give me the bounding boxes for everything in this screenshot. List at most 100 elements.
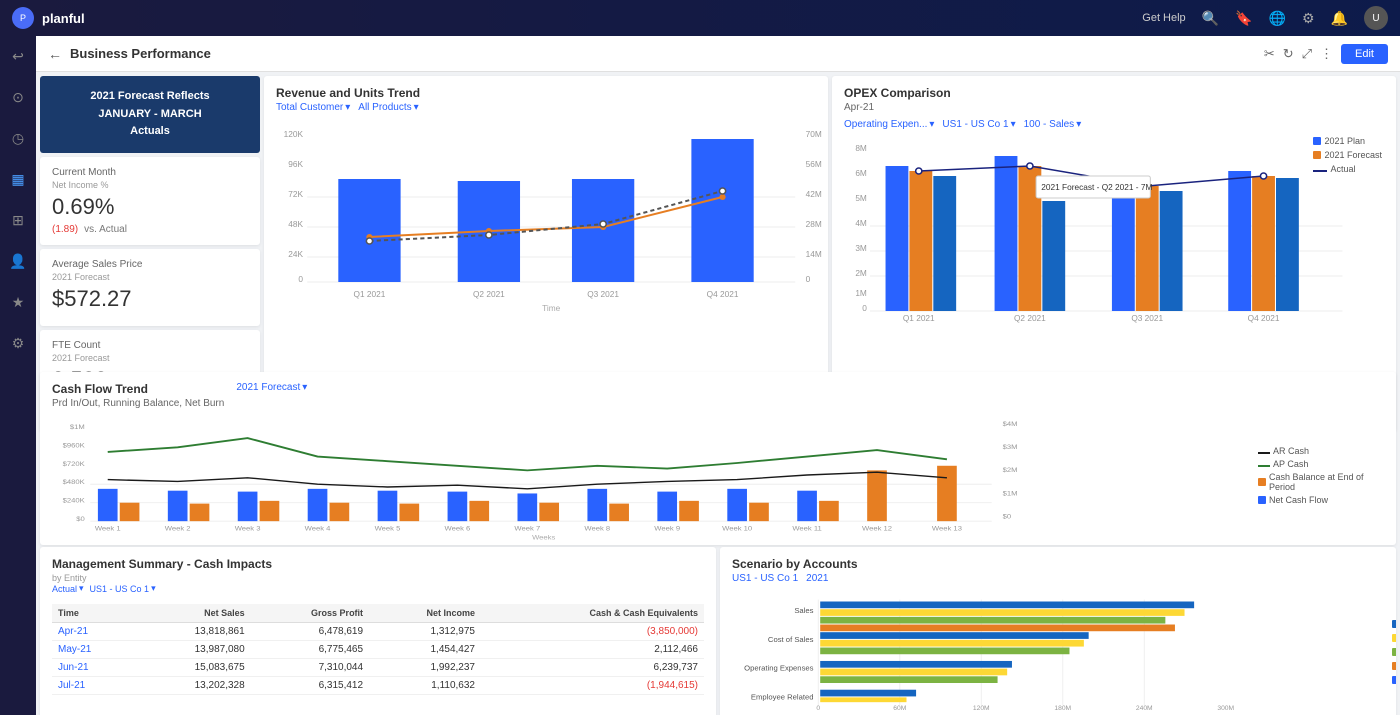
page-title: Business Performance — [70, 46, 1256, 61]
svg-text:$2M: $2M — [1003, 467, 1018, 474]
svg-text:Time: Time — [542, 304, 561, 313]
opex-chart-title: OPEX Comparison — [844, 86, 1384, 100]
opex-legend-plan: 2021 Plan — [1313, 136, 1382, 146]
current-month-label: Current Month — [52, 167, 248, 178]
opex-legend: 2021 Plan 2021 Forecast Actual — [1313, 136, 1382, 174]
svg-text:72K: 72K — [288, 190, 303, 199]
col-cash: Cash & Cash Equivalents — [481, 604, 704, 623]
ap-bar-w6 — [469, 501, 489, 521]
expand-icon[interactable]: ⤢ — [1302, 46, 1312, 62]
management-summary-panel: Management Summary - Cash Impacts by Ent… — [40, 547, 716, 715]
sales-forecast-dot1 — [366, 238, 372, 244]
ap-bar-w1 — [120, 503, 140, 521]
cell-netincome: 1,110,632 — [369, 677, 481, 695]
customer-filter[interactable]: Total Customer ▾ — [276, 102, 350, 113]
svg-text:Week 1: Week 1 — [95, 525, 121, 532]
cell-time: Jun-21 — [52, 659, 136, 677]
more-icon[interactable]: ⋮ — [1320, 46, 1333, 62]
forecast-banner: 2021 Forecast Reflects JANUARY - MARCH A… — [40, 76, 260, 153]
net-income-change: (1.89) — [52, 224, 78, 235]
emp-bar-actual — [820, 690, 916, 697]
svg-text:56M: 56M — [806, 160, 822, 169]
refresh-icon[interactable]: ↻ — [1283, 46, 1294, 62]
sidebar-home-icon[interactable]: ⊙ — [8, 85, 28, 110]
page-header: ← Business Performance ✂ ↻ ⤢ ⋮ Edit — [36, 36, 1400, 72]
svg-text:28M: 28M — [806, 220, 822, 229]
sidebar-chart-icon[interactable]: ▦ — [7, 167, 28, 192]
avatar[interactable]: U — [1364, 6, 1388, 30]
scenario-entity-filter[interactable]: US1 - US Co 1 — [732, 573, 798, 584]
banner-line1: 2021 Forecast Reflects — [52, 88, 248, 106]
revenue-chart-title: Revenue and Units Trend — [276, 86, 816, 100]
opex-filter[interactable]: Operating Expen... ▾ — [844, 119, 934, 130]
cashflow-filter[interactable]: 2021 Forecast ▾ — [236, 382, 307, 393]
sales-actual-dot4 — [719, 194, 725, 200]
svg-text:4M: 4M — [855, 219, 867, 228]
opex-chart-area: 8M 6M 5M 4M 3M 2M 1M 0 — [844, 136, 1384, 421]
svg-text:5M: 5M — [855, 194, 867, 203]
sidebar-grid-icon[interactable]: ⊞ — [8, 208, 28, 233]
sidebar-gear-icon[interactable]: ⚙ — [8, 331, 29, 356]
dashboard: 2021 Forecast Reflects JANUARY - MARCH A… — [36, 72, 1400, 715]
opex-bar-q4-forecast — [1252, 176, 1275, 311]
svg-text:$720K: $720K — [63, 460, 85, 467]
cell-time: Jul-21 — [52, 677, 136, 695]
ap-bar-w9 — [679, 501, 699, 521]
settings-icon[interactable]: ⚙ — [1302, 10, 1315, 27]
opex-legend-forecast: 2021 Forecast — [1313, 150, 1382, 160]
opex-chart-card: OPEX Comparison Apr-21 Operating Expen..… — [832, 76, 1396, 431]
svg-text:Operating Expenses: Operating Expenses — [744, 664, 814, 673]
get-help-link[interactable]: Get Help — [1142, 12, 1185, 24]
svg-text:Week 9: Week 9 — [654, 525, 680, 532]
mgmt-title: Management Summary - Cash Impacts — [52, 557, 704, 571]
cashflow-title-area: Cash Flow Trend Prd In/Out, Running Bala… — [52, 382, 224, 415]
sidebar-clock-icon[interactable]: ◷ — [8, 126, 28, 151]
dept-filter[interactable]: 100 - Sales ▾ — [1024, 119, 1082, 130]
cell-time: May-21 — [52, 641, 136, 659]
net-income-value: 0.69% — [52, 194, 248, 220]
svg-text:Cost of Sales: Cost of Sales — [768, 635, 814, 644]
scenario-year-filter[interactable]: 2021 — [806, 573, 828, 584]
opex-bar-q1-actual — [933, 176, 956, 311]
sidebar-back-icon[interactable]: ↩ — [8, 44, 28, 69]
svg-text:180M: 180M — [1054, 705, 1071, 712]
revenue-bar-q4 — [691, 139, 753, 282]
edit-button[interactable]: Edit — [1341, 44, 1388, 64]
svg-text:Week 4: Week 4 — [305, 525, 331, 532]
svg-text:14M: 14M — [806, 250, 822, 259]
sidebar-icons: ↩ ⊙ ◷ ▦ ⊞ 👤 ★ ⚙ — [0, 36, 36, 715]
opex-legend-actual: Actual — [1313, 164, 1382, 174]
svg-text:Week 5: Week 5 — [375, 525, 401, 532]
svg-text:Week 7: Week 7 — [514, 525, 540, 532]
bookmark-icon[interactable]: 🔖 — [1235, 10, 1252, 27]
scissors-icon[interactable]: ✂ — [1264, 46, 1275, 62]
ar-bar-w11 — [797, 491, 817, 521]
mgmt-type-filter[interactable]: Actual ▾ — [52, 583, 84, 594]
bell-icon[interactable]: 🔔 — [1331, 10, 1348, 27]
svg-text:Week 2: Week 2 — [165, 525, 191, 532]
mgmt-entity-filter[interactable]: US1 - US Co 1 ▾ — [90, 583, 156, 594]
sales-forecast-dot4 — [719, 188, 725, 194]
sidebar-person-icon[interactable]: 👤 — [5, 249, 30, 274]
table-row: Apr-21 13,818,861 6,478,619 1,312,975 (3… — [52, 623, 704, 641]
logo-icon: P — [12, 7, 34, 29]
legend-lrp: LRP — [1392, 647, 1396, 657]
revenue-filters: Total Customer ▾ All Products ▾ — [276, 102, 816, 113]
globe-icon[interactable]: 🌐 — [1269, 10, 1286, 27]
ar-bar-w8 — [587, 489, 607, 521]
products-filter[interactable]: All Products ▾ — [358, 102, 418, 113]
opex-bar-q1-forecast — [909, 171, 932, 311]
region-filter[interactable]: US1 - US Co 1 ▾ — [942, 119, 1015, 130]
ap-bar-w3 — [260, 501, 280, 521]
revenue-bar-q1 — [338, 179, 400, 282]
opex-bar-q4-plan — [1228, 171, 1251, 311]
svg-text:42M: 42M — [806, 190, 822, 199]
svg-text:Sales: Sales — [794, 606, 813, 615]
svg-text:Week 12: Week 12 — [862, 525, 892, 532]
ap-bar-w13 — [937, 466, 957, 521]
ap-bar-w12 — [867, 470, 887, 521]
sidebar-star-icon[interactable]: ★ — [8, 290, 29, 315]
back-button[interactable]: ← — [48, 46, 62, 62]
search-icon[interactable]: 🔍 — [1202, 10, 1219, 27]
svg-text:1M: 1M — [855, 289, 867, 298]
